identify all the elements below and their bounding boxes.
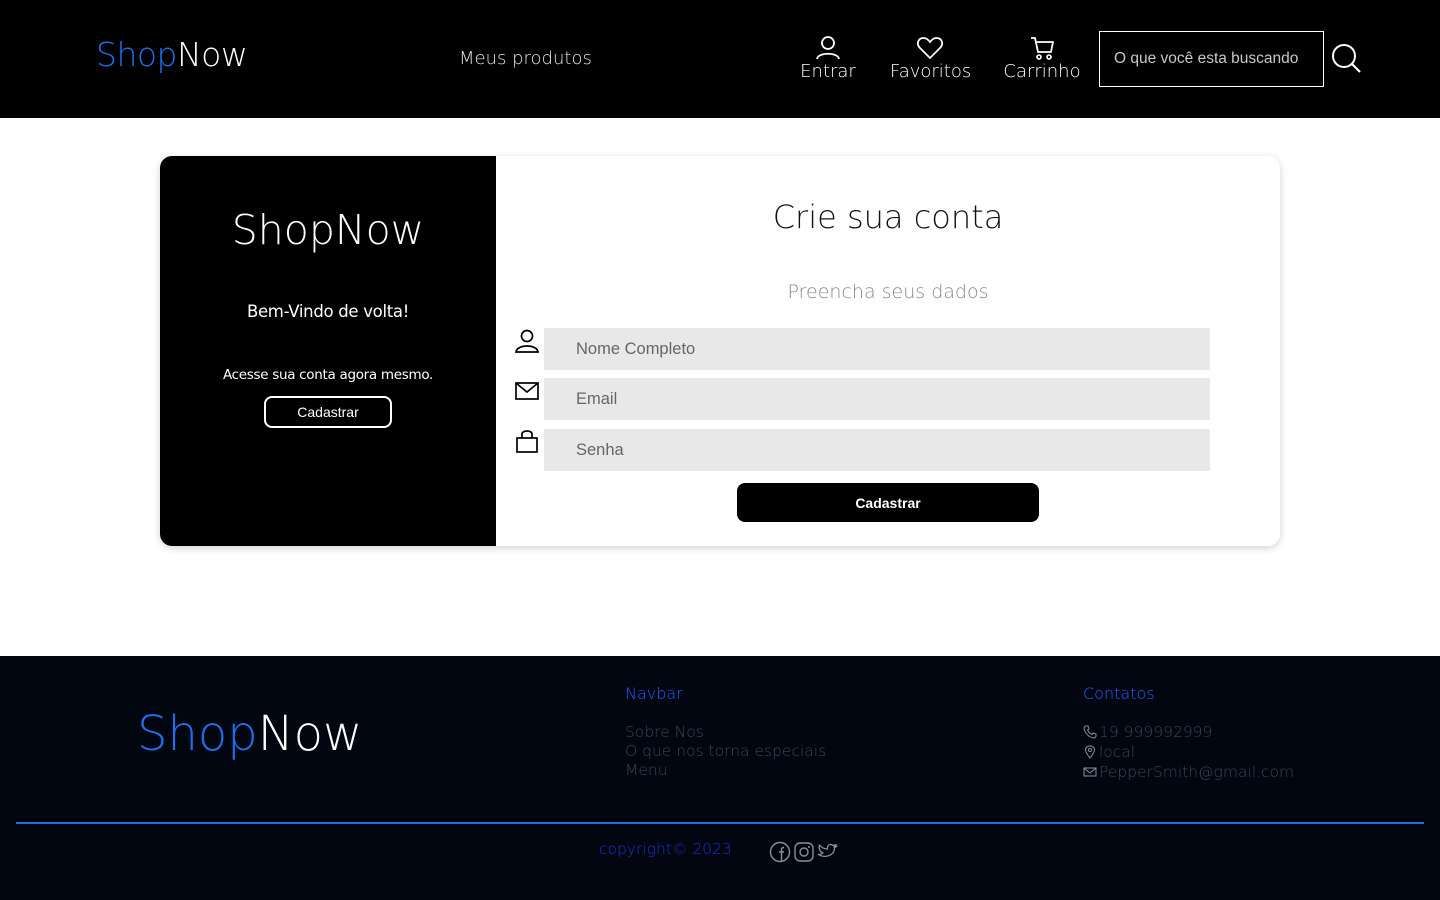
lock-icon [516,430,538,453]
email-text: PepperSmith@gmail.com [1099,763,1295,781]
instagram-icon[interactable] [793,841,815,863]
password-input[interactable] [544,429,1210,471]
search-input[interactable] [1099,31,1324,87]
heart-icon [917,37,943,60]
footer-email: PepperSmith@gmail.com [1083,763,1294,782]
register-submit-button[interactable]: Cadastrar [737,483,1039,522]
search-icon[interactable] [1330,42,1362,74]
twitter-icon[interactable] [817,841,839,863]
welcome-panel: ShopNow Bem-Vindo de volta! Acesse sua c… [160,156,496,546]
panel-register-button[interactable]: Cadastrar [264,396,392,428]
location-icon [1084,745,1096,760]
footer-link-special[interactable]: O que nos torna especiais [625,742,826,761]
mail-icon [515,382,539,400]
footer-phone: 19 999992999 [1083,723,1212,742]
footer-link-menu[interactable]: Menu [625,761,668,780]
favorites-button[interactable]: Favoritos [890,34,972,82]
location-text: local [1099,743,1136,761]
footer-navbar-title: Navbar [625,684,683,703]
footer-location: local [1083,743,1135,762]
logo-shop: Shop [96,35,178,74]
email-input[interactable] [544,378,1210,420]
logo[interactable]: ShopNow [96,35,248,74]
facebook-icon[interactable] [769,841,791,863]
form-title: Crie sua conta [772,198,1004,236]
user-icon [515,329,539,353]
full-name-input[interactable] [544,328,1210,370]
phone-text: 19 999992999 [1099,723,1213,741]
copyright-text: copyright© 2023 [599,840,732,858]
access-text: Acesse sua conta agora mesmo. [222,367,434,383]
login-button[interactable]: Entrar [800,34,856,82]
welcome-heading: Bem-Vindo de volta! [246,302,410,321]
form-subtitle: Preencha seus dados [787,281,989,303]
footer-logo-now: Now [257,706,363,762]
header: ShopNow Meus produtos Entrar Favoritos C… [0,0,1440,118]
user-icon [816,36,840,60]
signup-form: Crie sua conta Preencha seus dados Cadas… [496,156,1280,546]
footer: ShopNow Navbar Sobre Nos O que nos torna… [0,656,1440,900]
footer-link-about[interactable]: Sobre Nos [625,723,704,742]
cart-button[interactable]: Carrinho [1003,34,1081,82]
login-label: Entrar [800,61,856,82]
footer-divider [16,822,1424,824]
footer-logo-shop: Shop [137,706,258,762]
favorites-label: Favoritos [890,61,972,82]
signup-card: ShopNow Bem-Vindo de volta! Acesse sua c… [160,156,1280,546]
nav-my-products-link[interactable]: Meus produtos [459,48,592,70]
mail-icon [1083,767,1097,777]
cart-label: Carrinho [1003,61,1081,82]
phone-icon [1083,725,1097,739]
logo-now: Now [177,35,248,74]
footer-logo[interactable]: ShopNow [137,708,362,761]
footer-contacts-title: Contatos [1083,684,1155,703]
cart-icon [1031,37,1054,60]
panel-brand: ShopNow [231,206,425,254]
